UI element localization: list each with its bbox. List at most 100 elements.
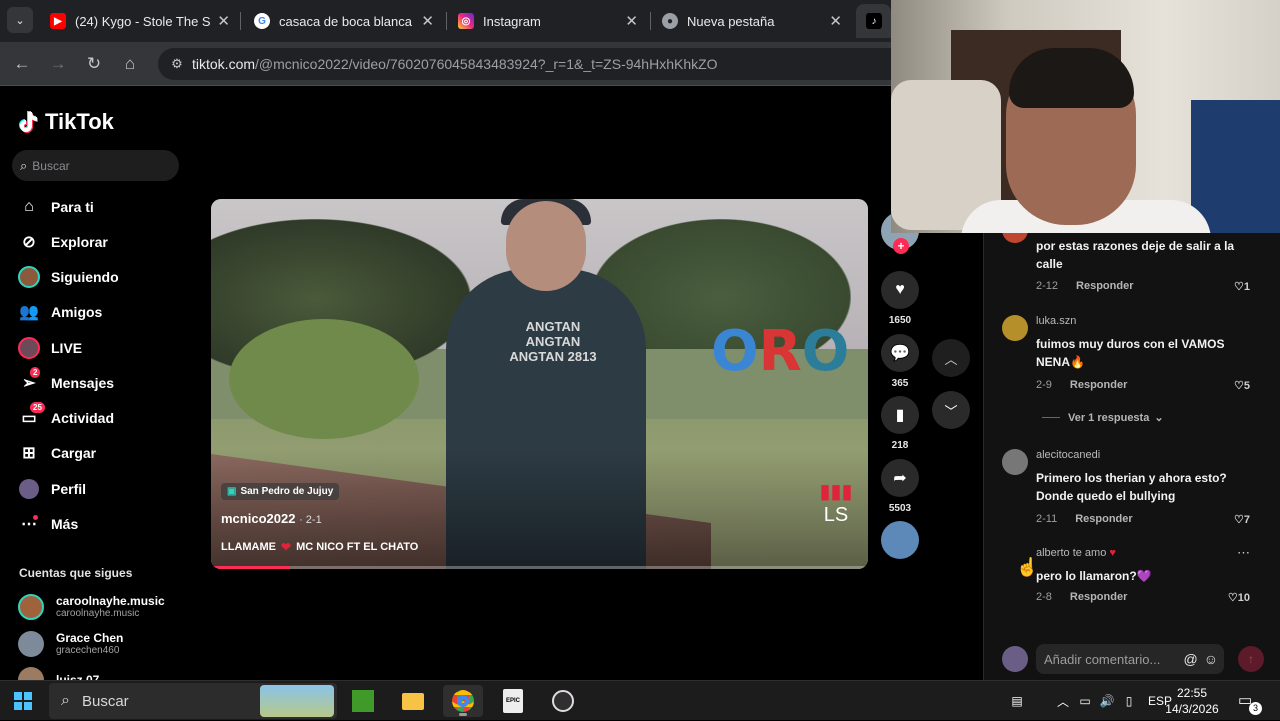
reply-button[interactable]: Responder: [1076, 280, 1133, 292]
webcam-overlay: [891, 0, 1280, 233]
followed-account[interactable]: Grace Chen gracechen460: [18, 631, 123, 657]
obs-app-icon[interactable]: [543, 685, 583, 717]
heart-emoji-icon: ❤: [281, 540, 292, 554]
browser-tab-new[interactable]: ● Nueva pestaña ✕: [652, 4, 852, 38]
video-sign-letters: ORO: [711, 319, 850, 384]
emoji-icon[interactable]: ☺: [1204, 651, 1218, 667]
save-button[interactable]: ▮ 218: [880, 396, 920, 451]
view-replies-button[interactable]: Ver 1 respuesta ⌄: [1042, 411, 1164, 424]
follow-plus-icon[interactable]: +: [893, 238, 909, 254]
home-page-icon[interactable]: ⌂: [120, 54, 140, 74]
like-button[interactable]: ♥ 1650: [880, 271, 920, 326]
comment-button[interactable]: 💬 365: [880, 334, 920, 389]
network-icon[interactable]: ▭: [1074, 694, 1096, 708]
music-disc-icon: [881, 521, 919, 559]
sidebar-item-mas[interactable]: ⋯ Más: [18, 511, 78, 537]
next-video-button[interactable]: ﹀: [932, 391, 970, 429]
sidebar-item-mensajes[interactable]: ➢ 2 Mensajes: [18, 367, 114, 396]
video-player[interactable]: ORO ANGTAN ANGTAN ANGTAN 2813 ▣ San Pedro…: [211, 199, 868, 569]
comment-like-button[interactable]: ♡7: [1234, 513, 1250, 526]
sidebar: TikTok ⌕ Buscar ⌂ Para ti ⊘ Explorar Sig…: [0, 87, 195, 693]
video-caption: LLAMAME ❤ MC NICO FT EL CHATO: [221, 540, 419, 554]
tiktok-logo[interactable]: TikTok: [19, 109, 114, 135]
tab-search-menu-button[interactable]: ⌄: [7, 7, 33, 33]
browser-tab-youtube[interactable]: ▶ (24) Kygo - Stole The Sho ✕: [40, 4, 240, 38]
compass-icon: ⊘: [22, 234, 36, 251]
comment-like-button[interactable]: ♡1: [1234, 280, 1250, 293]
browser-tab-google[interactable]: G casaca de boca blanca - B ✕: [244, 4, 444, 38]
chevron-up-icon[interactable]: ︿: [1052, 693, 1074, 710]
share-button[interactable]: ➦ 5503: [880, 459, 920, 514]
reply-button[interactable]: Responder: [1075, 513, 1132, 525]
reply-button[interactable]: Responder: [1070, 591, 1127, 603]
keyboard-panel-icon[interactable]: ▤: [1004, 694, 1030, 708]
windows-taskbar: ⌕ Buscar EPIC ▤ ︿ ▭ 🔊 ▯ ESP 22:55 14/3/2…: [0, 680, 1280, 720]
minecraft-app-icon[interactable]: [343, 685, 383, 717]
chevron-down-icon: ⌄: [1154, 412, 1164, 424]
sidebar-item-perfil[interactable]: Perfil: [18, 476, 86, 502]
search-icon: ⌕: [61, 692, 70, 709]
home-icon: ⌂: [24, 198, 34, 215]
heart-icon: ♥: [881, 271, 919, 309]
forward-arrow-icon[interactable]: →: [48, 54, 68, 74]
send-comment-button[interactable]: ↑: [1238, 646, 1264, 672]
video-shirt-text: ANGTAN ANGTAN ANGTAN 2813: [509, 319, 597, 364]
avatar[interactable]: [1002, 315, 1028, 341]
sidebar-item-amigos[interactable]: 👥 Amigos: [18, 299, 102, 325]
avatar[interactable]: [1002, 449, 1028, 475]
tiktok-icon: ♪: [866, 13, 882, 29]
comment-bubble-icon: 💬: [881, 334, 919, 372]
google-icon: G: [254, 13, 270, 29]
back-arrow-icon[interactable]: ←: [12, 54, 32, 74]
share-arrow-icon: ➦: [881, 459, 919, 497]
live-icon: [18, 337, 40, 359]
search-input[interactable]: ⌕ Buscar: [12, 150, 179, 181]
sidebar-item-cargar[interactable]: ⊞ Cargar: [18, 440, 96, 466]
more-icon: ⋯: [21, 515, 38, 533]
profile-avatar-icon: [18, 478, 40, 500]
mouse-cursor-icon: ☝: [1016, 557, 1039, 577]
more-options-icon[interactable]: ⋯: [1237, 545, 1250, 561]
power-icon[interactable]: ▯: [1118, 694, 1140, 708]
video-progress-bar[interactable]: [211, 566, 868, 569]
close-tab-icon[interactable]: ✕: [421, 12, 434, 30]
video-watermark-logo: ▮▮▮ LS: [819, 481, 853, 526]
heart-emoji-icon: ♥: [1109, 547, 1116, 559]
avatar: [18, 594, 44, 620]
volume-icon[interactable]: 🔊: [1096, 694, 1118, 708]
avatar: [18, 631, 44, 657]
sidebar-item-explorar[interactable]: ⊘ Explorar: [18, 229, 108, 255]
system-clock[interactable]: 22:55 14/3/2026: [1160, 685, 1224, 717]
followed-account[interactable]: caroolnayhe.music caroolnayhe.music: [18, 594, 165, 620]
tiktok-note-icon: [19, 110, 41, 134]
browser-tab-tiktok-active[interactable]: ♪: [856, 4, 891, 38]
close-tab-icon[interactable]: ✕: [625, 12, 638, 30]
comment-like-button[interactable]: ♡5: [1234, 379, 1250, 392]
reply-button[interactable]: Responder: [1070, 379, 1127, 391]
taskbar-search[interactable]: ⌕ Buscar: [49, 683, 337, 719]
location-tag[interactable]: ▣ San Pedro de Jujuy: [221, 483, 340, 500]
file-explorer-icon[interactable]: [393, 685, 433, 717]
music-disc[interactable]: [880, 521, 920, 559]
chrome-app-icon[interactable]: [443, 685, 483, 717]
site-info-icon[interactable]: ⚙: [162, 56, 192, 72]
sidebar-item-live[interactable]: LIVE: [18, 335, 82, 361]
close-tab-icon[interactable]: ✕: [217, 12, 230, 30]
reload-icon[interactable]: ↻: [84, 54, 104, 74]
browser-tab-instagram[interactable]: ◎ Instagram ✕: [448, 4, 648, 38]
previous-video-button[interactable]: ︿: [932, 339, 970, 377]
friends-icon: 👥: [19, 304, 39, 321]
following-avatar-icon: [18, 266, 40, 288]
sidebar-item-actividad[interactable]: ▭ 25 Actividad: [18, 402, 114, 431]
search-icon: ⌕: [20, 157, 28, 173]
video-author[interactable]: mcnico2022 · 2-1: [221, 511, 322, 526]
mention-icon[interactable]: @: [1183, 651, 1197, 667]
close-tab-icon[interactable]: ✕: [829, 12, 842, 30]
arrow-up-icon: ↑: [1248, 652, 1254, 666]
sidebar-item-para-ti[interactable]: ⌂ Para ti: [18, 194, 94, 220]
comment-like-button[interactable]: ♡10: [1228, 591, 1250, 604]
comment-input[interactable]: Añadir comentario... @ ☺: [1036, 644, 1224, 674]
sidebar-item-siguiendo[interactable]: Siguiendo: [18, 264, 119, 290]
epic-games-icon[interactable]: EPIC: [493, 685, 533, 717]
start-button[interactable]: [14, 692, 32, 710]
